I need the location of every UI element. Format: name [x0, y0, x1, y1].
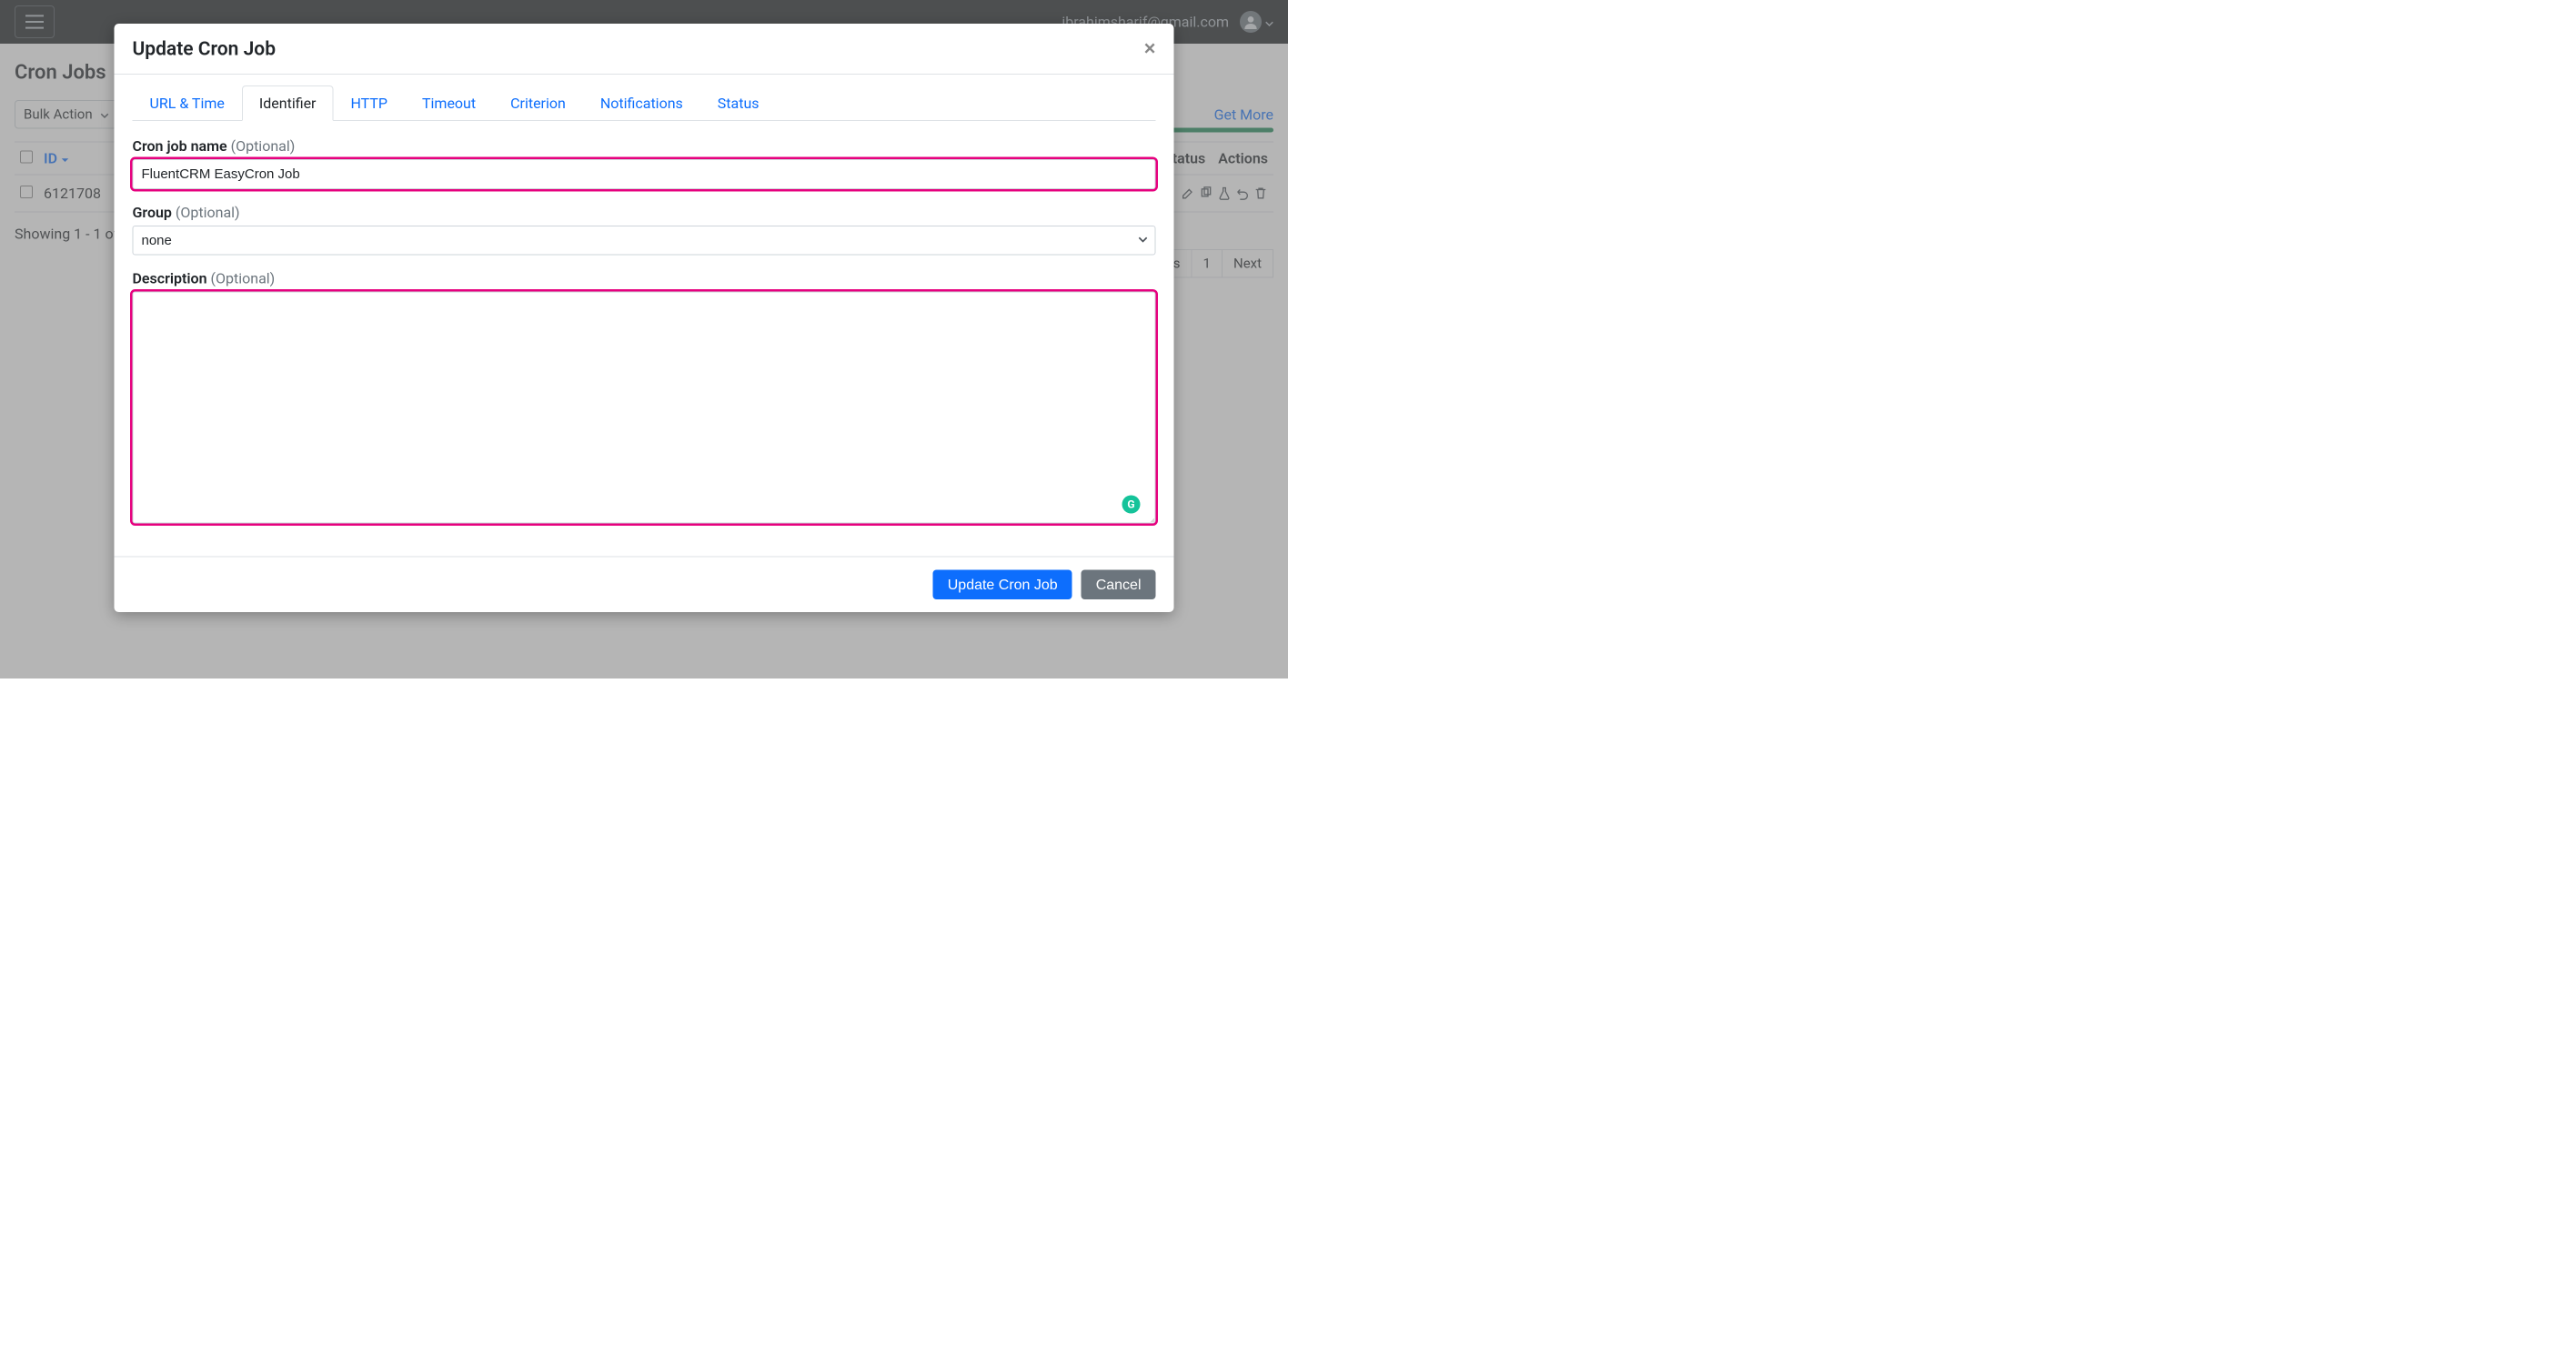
modal-title: Update Cron Job [133, 37, 277, 60]
grammarly-icon[interactable]: G [1122, 496, 1141, 514]
update-cron-modal: Update Cron Job × URL & Time Identifier … [115, 24, 1174, 612]
group-select[interactable]: none [133, 226, 1156, 256]
modal-body: URL & Time Identifier HTTP Timeout Crite… [115, 75, 1174, 557]
tab-status[interactable]: Status [700, 85, 777, 121]
tab-timeout[interactable]: Timeout [405, 85, 493, 121]
cron-name-input[interactable] [133, 159, 1156, 189]
tab-url-time[interactable]: URL & Time [133, 85, 242, 121]
description-label: Description (Optional) [133, 270, 1156, 287]
cancel-button[interactable]: Cancel [1082, 570, 1156, 600]
modal-footer: Update Cron Job Cancel [115, 557, 1174, 613]
tab-http[interactable]: HTTP [333, 85, 405, 121]
group-label: Group (Optional) [133, 204, 1156, 221]
description-textarea[interactable] [133, 292, 1156, 524]
field-cron-name: Cron job name (Optional) [133, 137, 1156, 189]
modal-header: Update Cron Job × [115, 24, 1174, 75]
submit-button[interactable]: Update Cron Job [933, 570, 1072, 600]
tab-criterion[interactable]: Criterion [493, 85, 583, 121]
field-group: Group (Optional) none [133, 204, 1156, 256]
modal-close-button[interactable]: × [1144, 37, 1156, 60]
cron-name-label: Cron job name (Optional) [133, 137, 1156, 155]
tab-notifications[interactable]: Notifications [583, 85, 700, 121]
tab-identifier[interactable]: Identifier [242, 85, 334, 121]
modal-tabs: URL & Time Identifier HTTP Timeout Crite… [133, 75, 1156, 121]
field-description: Description (Optional) G [133, 270, 1156, 526]
close-icon: × [1144, 37, 1156, 60]
